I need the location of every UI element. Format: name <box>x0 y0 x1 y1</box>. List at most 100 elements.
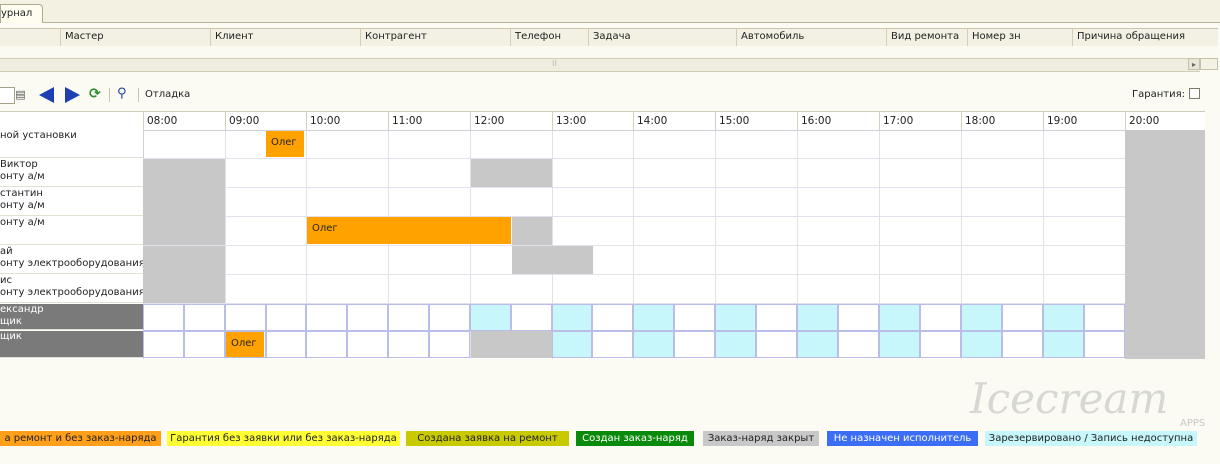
reserved-slot[interactable] <box>1043 304 1084 331</box>
horizontal-scrollbar[interactable]: ⁝⁝ <box>0 58 1200 72</box>
reserved-slot[interactable] <box>715 331 756 358</box>
row-label-line1: ай <box>0 246 13 257</box>
time-slot[interactable] <box>1084 304 1125 331</box>
reserved-slot[interactable] <box>879 304 920 331</box>
time-slot[interactable] <box>143 331 184 358</box>
row-label[interactable]: Виктор онту а/м <box>0 159 143 187</box>
row-label[interactable]: ай онту электрооборудования <box>0 246 143 274</box>
tab-journal-label: урнал <box>1 8 33 19</box>
time-slot[interactable] <box>266 304 306 331</box>
time-slot[interactable] <box>838 331 879 358</box>
time-slot[interactable] <box>184 331 225 358</box>
warranty-checkbox[interactable] <box>1189 88 1200 99</box>
time-slot[interactable] <box>838 304 879 331</box>
reserved-slot[interactable] <box>552 331 592 358</box>
time-slot[interactable] <box>1002 304 1043 331</box>
time-slot[interactable] <box>756 331 797 358</box>
scroll-grip-icon[interactable]: ⁝⁝ <box>552 59 557 68</box>
search-icon[interactable]: ⚲ <box>117 86 127 102</box>
journal-table-body[interactable] <box>0 46 1218 58</box>
time-header: 19:00 <box>1043 112 1126 130</box>
column-header-phone[interactable]: Телефон <box>510 29 589 46</box>
unavailable-slot <box>512 246 593 274</box>
booking-label: Олег <box>312 223 338 234</box>
reserved-slot[interactable] <box>879 331 920 358</box>
row-label-line2: щик <box>0 316 22 327</box>
row-label[interactable]: ис онту электрооборудования <box>0 275 143 303</box>
reserved-slot[interactable] <box>797 331 838 358</box>
time-slot[interactable] <box>347 304 388 331</box>
reserved-slot[interactable] <box>633 331 674 358</box>
reserved-slot[interactable] <box>797 304 838 331</box>
time-slot[interactable] <box>674 304 715 331</box>
booking-block[interactable]: Олег <box>226 332 264 357</box>
reserved-slot[interactable] <box>633 304 674 331</box>
date-input[interactable] <box>0 87 15 104</box>
time-label: 13:00 <box>556 115 587 127</box>
time-slot[interactable] <box>388 331 429 358</box>
column-header-master[interactable]: Мастер <box>60 29 211 46</box>
reserved-slot[interactable] <box>552 304 592 331</box>
column-header-label: Клиент <box>215 31 254 42</box>
column-header-label: Вид ремонта <box>891 31 960 42</box>
prev-arrow-icon[interactable] <box>39 87 54 103</box>
time-label: 12:00 <box>474 115 505 127</box>
booking-block[interactable]: Олег <box>266 131 304 157</box>
row-label[interactable]: ександр щик <box>0 304 143 330</box>
column-header-counterparty[interactable]: Контрагент <box>360 29 511 46</box>
time-slot[interactable] <box>920 304 961 331</box>
time-slot[interactable] <box>266 331 306 358</box>
reserved-slot[interactable] <box>470 304 511 331</box>
row-label-line1: ександр <box>0 304 44 315</box>
reserved-slot[interactable] <box>961 304 1002 331</box>
debug-button[interactable]: Отладка <box>145 89 190 100</box>
time-slot[interactable] <box>347 331 388 358</box>
time-slot[interactable] <box>429 304 470 331</box>
unavailable-slot <box>143 159 225 245</box>
time-slot[interactable] <box>511 304 552 331</box>
grid-line <box>143 274 1205 275</box>
time-slot[interactable] <box>388 304 429 331</box>
time-header: 15:00 <box>715 112 798 130</box>
refresh-icon[interactable]: ⟳ <box>89 86 101 102</box>
time-header: 10:00 <box>306 112 389 130</box>
time-slot[interactable] <box>1002 331 1043 358</box>
column-header-order-number[interactable]: Номер зн <box>967 29 1073 46</box>
warranty-label: Гарантия: <box>1132 89 1185 100</box>
row-label[interactable]: стантин онту а/м <box>0 188 143 216</box>
time-slot[interactable] <box>592 331 633 358</box>
time-header: 09:00 <box>225 112 307 130</box>
column-header-repair-type[interactable]: Вид ремонта <box>886 29 968 46</box>
time-slot[interactable] <box>1084 331 1125 358</box>
row-label[interactable]: онту а/м <box>0 217 143 245</box>
column-header-task[interactable]: Задача <box>588 29 737 46</box>
time-slot[interactable] <box>225 304 266 331</box>
time-slot[interactable] <box>143 304 184 331</box>
scroll-right-arrow-icon[interactable]: ▸ <box>1188 58 1200 70</box>
time-slot[interactable] <box>306 304 347 331</box>
next-arrow-icon[interactable] <box>65 87 80 103</box>
time-slot[interactable] <box>592 304 633 331</box>
time-slot[interactable] <box>920 331 961 358</box>
time-slot[interactable] <box>429 331 470 358</box>
column-header-client[interactable]: Клиент <box>210 29 361 46</box>
time-header: 17:00 <box>879 112 962 130</box>
column-header-car[interactable]: Автомобиль <box>736 29 887 46</box>
reserved-slot[interactable] <box>1043 331 1084 358</box>
time-slot[interactable] <box>674 331 715 358</box>
row-label[interactable]: ной установки <box>0 130 143 158</box>
time-slot[interactable] <box>184 304 225 331</box>
time-header: 12:00 <box>470 112 553 130</box>
legend-item: Не назначен исполнитель <box>827 431 978 446</box>
time-slot[interactable] <box>306 331 347 358</box>
calendar-icon[interactable]: ▤ <box>14 88 27 102</box>
column-header-reason[interactable]: Причина обращения <box>1072 29 1219 46</box>
legend-item: Создан заказ-наряд <box>576 431 694 446</box>
booking-block[interactable]: Олег <box>307 217 511 244</box>
reserved-slot[interactable] <box>961 331 1002 358</box>
reserved-slot[interactable] <box>715 304 756 331</box>
watermark-subtitle: APPS <box>1180 418 1206 429</box>
tab-journal[interactable]: урнал <box>0 4 43 23</box>
time-slot[interactable] <box>756 304 797 331</box>
row-label[interactable]: щик <box>0 331 143 358</box>
